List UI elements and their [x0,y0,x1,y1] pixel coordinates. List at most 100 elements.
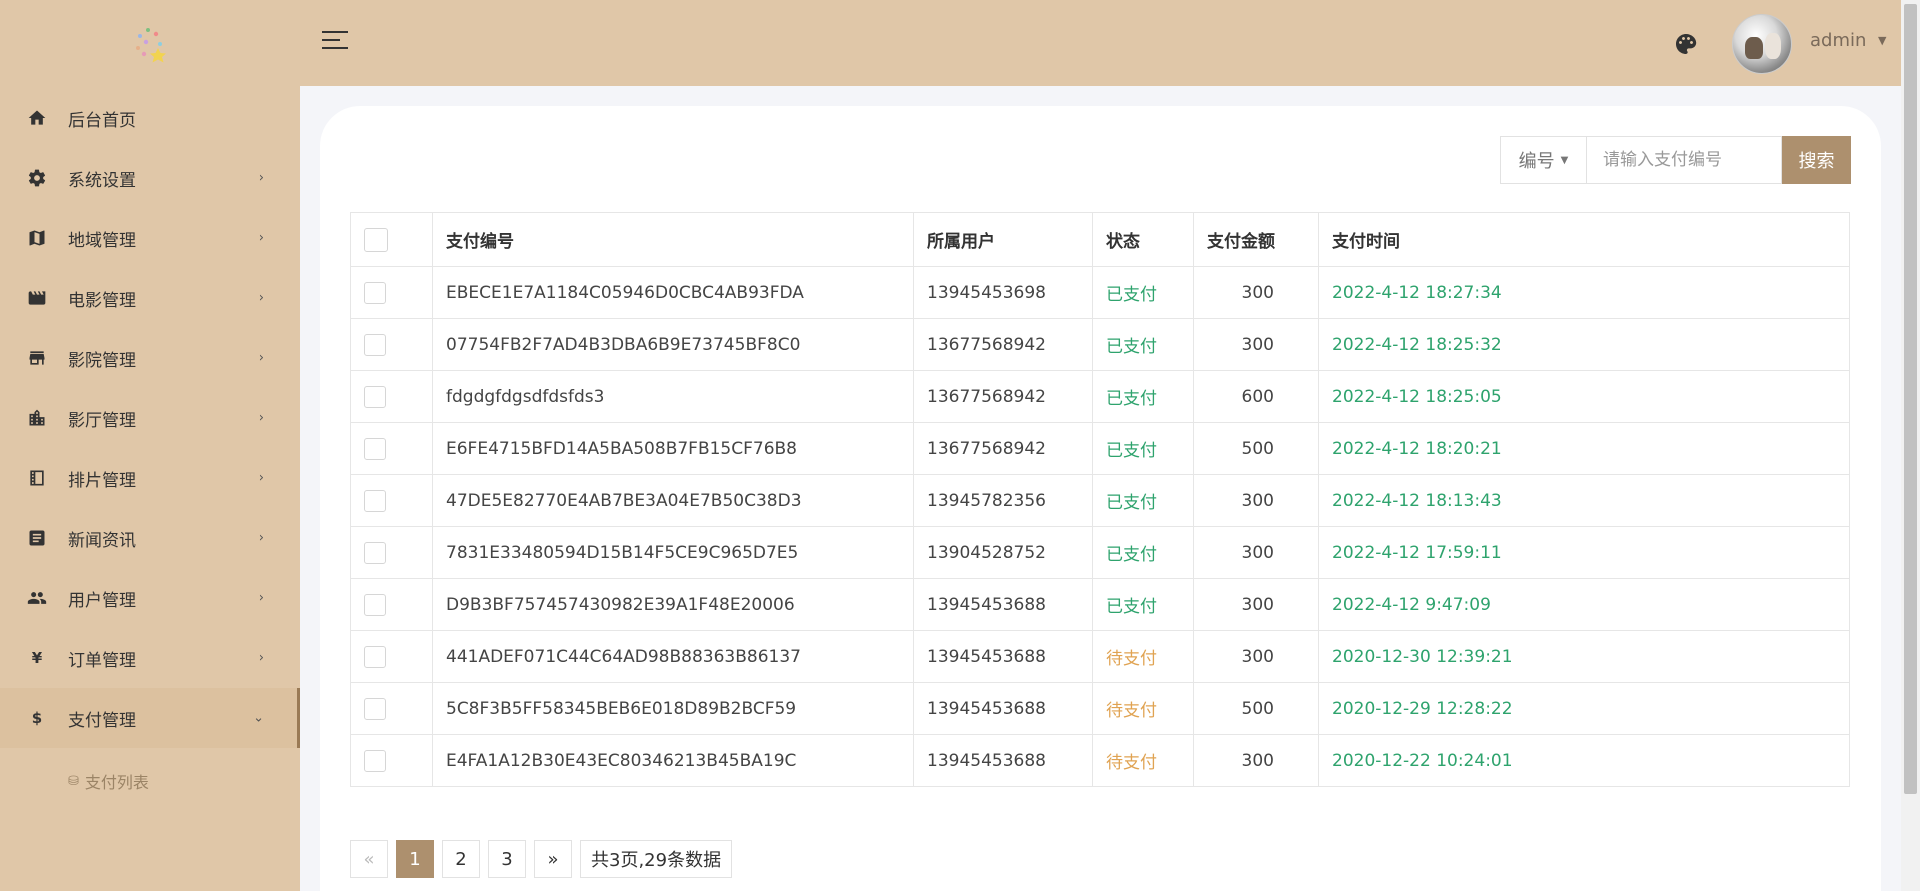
cell-payment-id: 5C8F3B5FF58345BEB6E018D89B2BCF59 [432,682,914,735]
caret-down-icon[interactable]: ▼ [1878,34,1886,47]
search-field-select[interactable]: 编号 ▼ [1500,136,1586,184]
row-checkbox[interactable] [364,281,386,304]
database-icon: ⛁ [68,773,79,789]
page-button-2[interactable]: 2 [442,840,480,878]
page-button-3[interactable]: 3 [488,840,526,878]
news-icon [26,527,48,549]
table-row[interactable]: E6FE4715BFD14A5BA508B7FB15CF76B8 13677568… [350,422,1850,475]
row-select-cell [350,526,433,579]
sidebar-item-label: 系统设置 [68,170,136,191]
row-checkbox[interactable] [364,385,386,408]
cell-amount: 300 [1193,318,1319,371]
cell-time: 2020-12-22 10:24:01 [1318,734,1850,787]
cell-status: 待支付 [1092,630,1194,683]
sidebar-item-8[interactable]: 用户管理 › [0,568,300,628]
table-row[interactable]: 07754FB2F7AD4B3DBA6B9E73745BF8C0 13677568… [350,318,1850,371]
sidebar-item-label: 订单管理 [68,650,136,671]
content-card: 编号 ▼ 搜索 支付编号 所属用户 状态 支付金额 支付时间 EBECE1E7A… [320,106,1881,891]
sidebar-item-label: 新闻资讯 [68,530,136,551]
gear-icon [26,167,48,189]
logo[interactable] [0,0,300,88]
cell-amount: 300 [1193,630,1319,683]
sidebar-item-4[interactable]: 影院管理 › [0,328,300,388]
store-icon [26,347,48,369]
cell-status: 待支付 [1092,734,1194,787]
dollar-icon: $ [26,707,48,729]
cell-status: 已支付 [1092,318,1194,371]
sidebar-item-6[interactable]: 排片管理 › [0,448,300,508]
sidebar-item-9[interactable]: ¥ 订单管理 › [0,628,300,688]
cell-payment-id: 07754FB2F7AD4B3DBA6B9E73745BF8C0 [432,318,914,371]
top-header: admin ▼ [300,0,1901,86]
row-select-cell [350,578,433,631]
table-row[interactable]: 7831E33480594D15B14F5CE9C965D7E5 13904528… [350,526,1850,579]
page-button-1[interactable]: 1 [396,840,434,878]
map-icon [26,227,48,249]
page-next-button[interactable]: » [534,840,572,878]
sidebar-subitem-label: 支付列表 [84,773,149,792]
cell-user: 13945453688 [913,734,1093,787]
table-row[interactable]: D9B3BF757457430982E39A1F48E20006 13945453… [350,578,1850,631]
cell-status: 待支付 [1092,682,1194,735]
table-row[interactable]: EBECE1E7A1184C05946D0CBC4AB93FDA 13945453… [350,266,1850,319]
cell-status: 已支付 [1092,422,1194,475]
palette-icon[interactable] [1674,32,1698,56]
cell-user: 13945453688 [913,682,1093,735]
table-row[interactable]: fdgdgfdgsdfdsfds3 13677568942 已支付 600 2022-4… [350,370,1850,423]
row-checkbox[interactable] [364,593,386,616]
sidebar-item-5[interactable]: 影厅管理 › [0,388,300,448]
sidebar-item-10[interactable]: $ 支付管理 ⌄ [0,688,300,748]
cell-status: 已支付 [1092,578,1194,631]
select-all-checkbox[interactable] [364,227,388,252]
cell-amount: 300 [1193,474,1319,527]
row-checkbox[interactable] [364,437,386,460]
cell-user: 13945453688 [913,578,1093,631]
row-checkbox[interactable] [364,697,386,720]
search-input[interactable] [1586,136,1782,184]
avatar[interactable] [1732,14,1792,74]
sidebar-item-7[interactable]: 新闻资讯 › [0,508,300,568]
cell-amount: 300 [1193,266,1319,319]
sidebar-item-1[interactable]: 系统设置 › [0,148,300,208]
row-checkbox[interactable] [364,541,386,564]
page-prev-button[interactable]: « [350,840,388,878]
cell-amount: 500 [1193,682,1319,735]
sidebar-subitem-0[interactable]: ⛁ 支付列表 [0,748,300,814]
sidebar: 后台首页 系统设置 › 地域管理 › 电影管理 › 影院管理 › 影厅管理 › 排片管理 › 新闻资讯 › 用… [0,0,300,891]
sidebar-item-label: 电影管理 [68,290,136,311]
scrollbar[interactable] [1901,0,1920,891]
cell-status: 已支付 [1092,474,1194,527]
table-row[interactable]: E4FA1A12B30E43EC80346213B45BA19C 13945453… [350,734,1850,787]
sidebar-item-0[interactable]: 后台首页 [0,88,300,148]
sidebar-item-3[interactable]: 电影管理 › [0,268,300,328]
row-checkbox[interactable] [364,333,386,356]
yen-icon: ¥ [26,647,48,669]
row-select-cell [350,474,433,527]
cell-time: 2022-4-12 18:13:43 [1318,474,1850,527]
col-time: 支付时间 [1318,212,1850,267]
cell-payment-id: 441ADEF071C44C64AD98B88363B86137 [432,630,914,683]
table-row[interactable]: 47DE5E82770E4AB7BE3A04E7B50C38D3 13945782… [350,474,1850,527]
user-name[interactable]: admin [1810,30,1866,51]
cell-time: 2022-4-12 17:59:11 [1318,526,1850,579]
cell-status: 已支付 [1092,370,1194,423]
hamburger-icon[interactable] [322,31,348,53]
sidebar-item-label: 影院管理 [68,350,136,371]
table-row[interactable]: 5C8F3B5FF58345BEB6E018D89B2BCF59 13945453… [350,682,1850,735]
scrollbar-thumb[interactable] [1904,4,1917,794]
row-checkbox[interactable] [364,489,386,512]
row-checkbox[interactable] [364,645,386,668]
search-button[interactable]: 搜索 [1782,136,1851,184]
row-checkbox[interactable] [364,749,386,772]
sidebar-item-label: 支付管理 [68,710,136,731]
svg-text:¥: ¥ [32,649,43,667]
sidebar-item-label: 地域管理 [68,230,136,251]
sidebar-item-2[interactable]: 地域管理 › [0,208,300,268]
row-select-cell [350,318,433,371]
chevron-right-icon: › [258,410,264,426]
payment-table: 支付编号 所属用户 状态 支付金额 支付时间 EBECE1E7A1184C059… [350,212,1850,787]
chevron-right-icon: › [258,290,264,306]
table-row[interactable]: 441ADEF071C44C64AD98B88363B86137 13945453… [350,630,1850,683]
film-icon [26,287,48,309]
cell-time: 2022-4-12 18:27:34 [1318,266,1850,319]
